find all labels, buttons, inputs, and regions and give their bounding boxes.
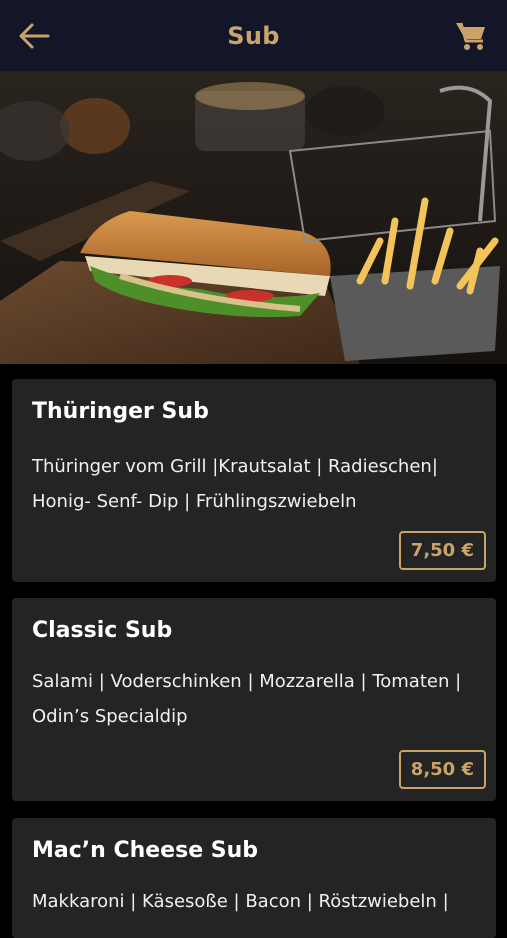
menu-item-card[interactable]: Thüringer Sub Thüringer vom Grill |Kraut… (12, 379, 496, 582)
shopping-cart-icon (456, 22, 485, 50)
item-description: Salami | Voderschinken | Mozzarella | To… (32, 664, 476, 734)
item-description-line: Honig- Senf- Dip | Frühlingszwiebeln (32, 491, 357, 512)
top-app-bar: Sub (0, 0, 507, 71)
item-description-line: Thüringer vom Grill |Krautsalat | Radies… (32, 456, 438, 477)
item-name: Mac’n Cheese Sub (32, 838, 259, 863)
hero-image (0, 71, 507, 364)
item-description-line: Salami | Voderschinken | Mozzarella | To… (32, 671, 462, 692)
item-name: Thüringer Sub (32, 399, 209, 424)
item-description-line: Odin’s Specialdip (32, 706, 188, 727)
item-description: Makkaroni | Käsesoße | Bacon | Röstzwieb… (32, 884, 476, 919)
item-description: Thüringer vom Grill |Krautsalat | Radies… (32, 449, 476, 519)
menu-item-card[interactable]: Mac’n Cheese Sub Makkaroni | Käsesoße | … (12, 818, 496, 938)
item-name: Classic Sub (32, 618, 173, 643)
price-badge[interactable]: 7,50 € (398, 531, 486, 570)
back-button[interactable] (18, 22, 50, 50)
menu-item-card[interactable]: Classic Sub Salami | Voderschinken | Moz… (12, 598, 496, 801)
arrow-left-icon (19, 23, 50, 49)
page-title: Sub (227, 21, 280, 50)
cart-button[interactable] (455, 19, 487, 51)
price-badge[interactable]: 8,50 € (398, 750, 486, 789)
item-description-line: Makkaroni | Käsesoße | Bacon | Röstzwieb… (32, 891, 449, 912)
